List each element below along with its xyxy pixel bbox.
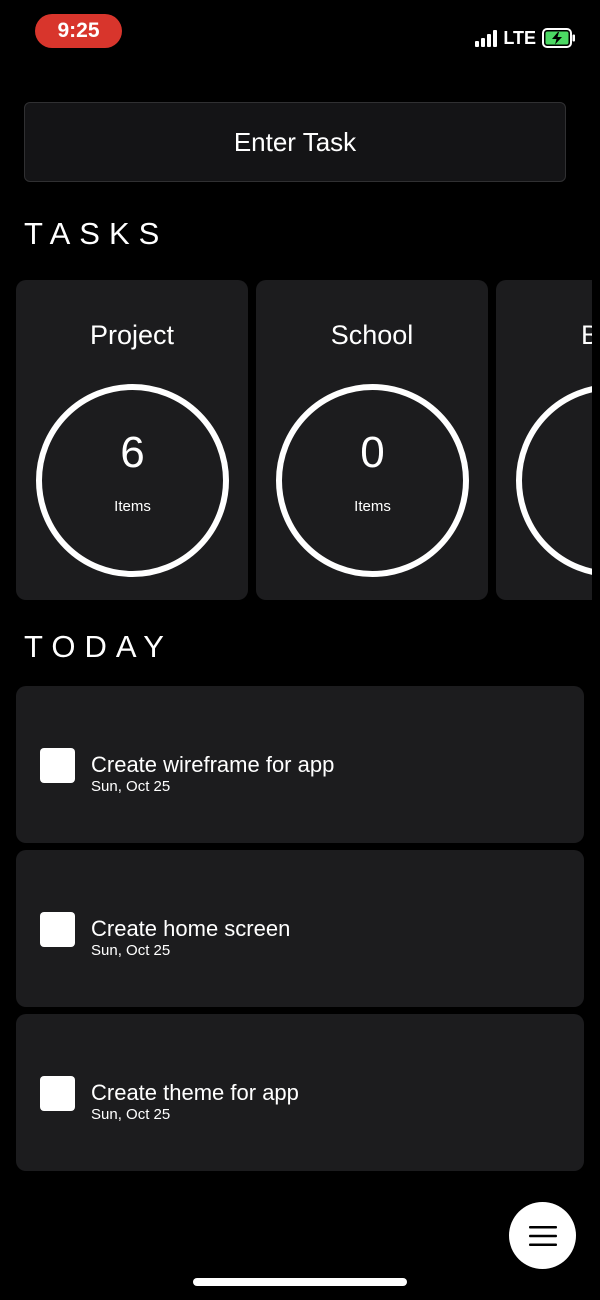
menu-icon <box>528 1225 557 1246</box>
today-task-list: Create wireframe for app Sun, Oct 25 Cre… <box>16 686 584 1178</box>
tasks-heading: TASKS <box>24 216 169 251</box>
count-ring: 6 Items <box>36 384 229 577</box>
battery-charging-icon <box>542 28 575 48</box>
signal-icon <box>475 29 498 47</box>
category-count: 0 <box>360 428 385 477</box>
menu-button[interactable] <box>509 1202 576 1269</box>
category-card-partial[interactable]: B <box>496 280 592 600</box>
network-label: LTE <box>503 27 536 48</box>
task-title: Create wireframe for app <box>91 752 335 777</box>
category-name: B <box>581 320 592 350</box>
task-date: Sun, Oct 25 <box>91 778 171 795</box>
category-carousel[interactable]: Project 6 Items School 0 Items B <box>16 280 592 600</box>
task-checkbox[interactable] <box>40 1076 75 1111</box>
task-title: Create theme for app <box>91 1080 299 1105</box>
category-name: Project <box>89 320 175 350</box>
task-row[interactable]: Create theme for app Sun, Oct 25 <box>16 1014 584 1171</box>
category-count: 6 <box>120 428 145 477</box>
task-checkbox[interactable] <box>40 912 75 947</box>
task-checkbox[interactable] <box>40 748 75 783</box>
count-ring: 0 Items <box>276 384 469 577</box>
enter-task-button[interactable]: Enter Task <box>24 102 566 182</box>
task-row[interactable]: Create home screen Sun, Oct 25 <box>16 850 584 1007</box>
count-ring <box>516 384 592 577</box>
category-name: School <box>330 320 414 350</box>
category-card-project[interactable]: Project 6 Items <box>16 280 248 600</box>
today-heading: TODAY <box>24 629 173 664</box>
task-row[interactable]: Create wireframe for app Sun, Oct 25 <box>16 686 584 843</box>
category-count-unit: Items <box>354 498 391 515</box>
task-date: Sun, Oct 25 <box>91 1106 171 1123</box>
status-indicators: LTE <box>475 24 576 52</box>
category-count-unit: Items <box>114 498 151 515</box>
status-time: 9:25 <box>35 14 122 48</box>
task-date: Sun, Oct 25 <box>91 942 171 959</box>
task-title: Create home screen <box>91 916 291 941</box>
category-card-school[interactable]: School 0 Items <box>256 280 488 600</box>
home-indicator[interactable] <box>193 1278 407 1286</box>
